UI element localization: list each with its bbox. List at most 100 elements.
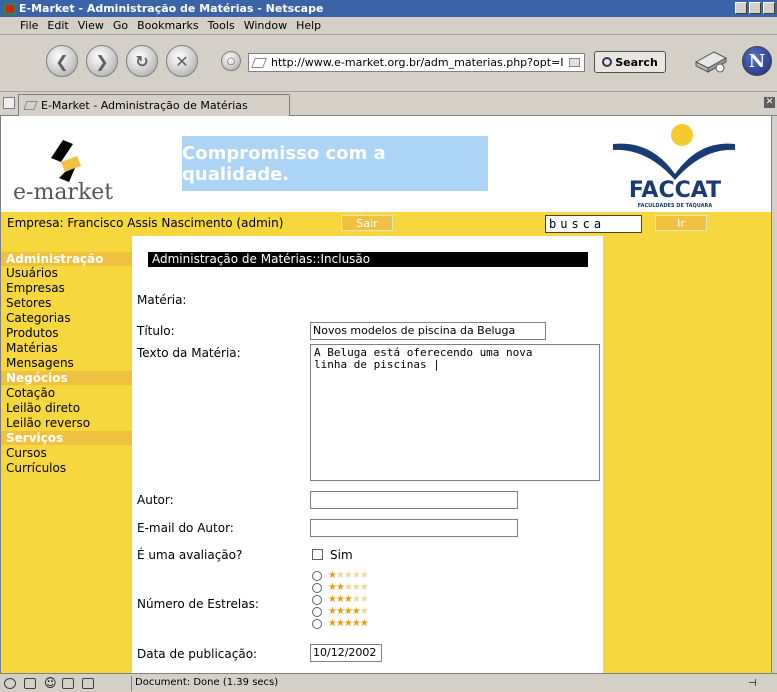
stars-2-icon: ★★★★★ <box>328 582 369 593</box>
sidebar-section-administracao: Administração <box>1 252 132 266</box>
search-input[interactable]: busca <box>545 215 642 233</box>
forward-arrow-icon: ❯ <box>95 51 109 71</box>
company-label: Empresa: Francisco Assis Nascimento (adm… <box>7 216 284 230</box>
sidebar-item-materias[interactable]: Matérias <box>6 341 58 355</box>
stars-4-icon: ★★★★★ <box>328 606 369 617</box>
navigation-toolbar: ❮ ❯ ↻ ✕ ○ http://www.e-market.org.br/adm… <box>0 36 777 92</box>
tab-bar: E-Market - Administração de Matérias ✕ <box>0 92 777 116</box>
sidebar-item-produtos[interactable]: Produtos <box>6 326 59 340</box>
stars-radio-2[interactable] <box>312 583 322 593</box>
back-arrow-icon: ❮ <box>55 51 69 71</box>
netscape-throbber-icon[interactable]: N <box>742 46 772 76</box>
avaliacao-checkbox[interactable] <box>312 549 323 560</box>
menu-tools[interactable]: Tools <box>208 19 235 32</box>
reload-button[interactable]: ↻ <box>126 45 158 77</box>
maximize-button[interactable] <box>749 2 761 14</box>
email-field[interactable] <box>310 519 518 537</box>
search-button-label: Search <box>615 55 658 69</box>
texto-textarea[interactable]: A Beluga está oferecendo uma nova linha … <box>310 344 600 481</box>
faccat-logo[interactable]: FACCAT FACULDADES DE TAQUARA <box>597 124 747 209</box>
sidebar-item-leilao-reverso[interactable]: Leilão reverso <box>6 416 90 430</box>
menu-file[interactable]: File <box>20 19 38 32</box>
home-icon: ○ <box>226 55 236 67</box>
page-title: Administração de Matérias::Inclusão <box>148 252 588 267</box>
menu-edit[interactable]: Edit <box>47 19 68 32</box>
email-label: E-mail do Autor: <box>137 521 234 535</box>
stars-radio-3[interactable] <box>312 595 322 605</box>
tab-label: E-Market - Administração de Matérias <box>41 99 248 112</box>
data-field[interactable]: 10/12/2002 <box>310 644 382 662</box>
titulo-field[interactable]: Novos modelos de piscina da Beluga <box>310 322 546 340</box>
sidebar-item-curriculos[interactable]: Currículos <box>6 461 66 475</box>
window-controls <box>735 2 775 14</box>
titulo-label: Título: <box>137 324 175 338</box>
reload-icon: ↻ <box>135 51 149 71</box>
sidebar-item-cursos[interactable]: Cursos <box>6 446 47 460</box>
menu-help[interactable]: Help <box>296 19 321 32</box>
go-button[interactable]: Ir <box>655 215 707 231</box>
stars-radio-5[interactable] <box>312 619 322 629</box>
avaliacao-label: É uma avaliação? <box>137 548 243 562</box>
minimize-button[interactable] <box>735 2 747 14</box>
menu-go[interactable]: Go <box>113 19 128 32</box>
sidebar-item-empresas[interactable]: Empresas <box>6 281 65 295</box>
sidebar-item-setores[interactable]: Setores <box>6 296 51 310</box>
sidebar-item-usuarios[interactable]: Usuários <box>6 266 58 280</box>
address-book-icon[interactable]: ☺ <box>44 677 57 689</box>
status-bar: ☺ Document: Done (1.39 secs) ⊣ <box>0 673 777 692</box>
menu-window[interactable]: Window <box>244 19 287 32</box>
stop-icon: ✕ <box>175 51 189 71</box>
logout-button[interactable]: Sair <box>341 215 393 231</box>
window-title-bar: E-Market - Administração de Matérias - N… <box>0 0 777 17</box>
sidebar-section-negocios: Negócios <box>1 371 132 385</box>
sidebar-item-cotacao[interactable]: Cotação <box>6 386 55 400</box>
autor-label: Autor: <box>137 493 174 507</box>
stars-radio-4[interactable] <box>312 607 322 617</box>
search-icon <box>602 57 613 67</box>
page-viewport: e-market Compromisso com a qualidade. FA… <box>0 116 771 673</box>
url-dropdown-icon[interactable] <box>569 58 580 67</box>
search-button[interactable]: Search <box>594 51 666 73</box>
emarket-logo[interactable]: e-market <box>13 130 153 205</box>
stars-5-icon: ★★★★★ <box>328 618 369 629</box>
texto-label: Texto da Matéria: <box>137 346 241 360</box>
menu-bar: File Edit View Go Bookmarks Tools Window… <box>0 17 777 35</box>
close-tab-icon[interactable]: ✕ <box>764 97 775 108</box>
page-icon <box>251 57 267 68</box>
vertical-scrollbar[interactable] <box>771 116 777 673</box>
stars-1-icon: ★★★★★ <box>328 570 369 581</box>
data-label: Data de publicação: <box>137 647 258 661</box>
forward-button[interactable]: ❯ <box>86 45 118 77</box>
composer-icon[interactable] <box>62 678 74 689</box>
back-button[interactable]: ❮ <box>46 45 78 77</box>
tab-active[interactable]: E-Market - Administração de Matérias <box>18 94 290 116</box>
new-tab-icon[interactable] <box>3 97 15 109</box>
sidebar-item-mensagens[interactable]: Mensagens <box>6 356 74 370</box>
emarket-logo-mark <box>51 140 81 182</box>
right-column <box>603 236 771 673</box>
faccat-wave-icon <box>613 143 735 180</box>
home-button[interactable]: ○ <box>221 51 241 71</box>
chat-icon[interactable] <box>82 678 94 689</box>
url-bar[interactable]: http://www.e-market.org.br/adm_materias.… <box>248 53 585 72</box>
faccat-logo-subtext: FACULDADES DE TAQUARA <box>637 203 713 209</box>
mail-icon[interactable] <box>24 678 36 689</box>
autor-field[interactable] <box>310 491 518 509</box>
navigator-icon[interactable] <box>4 678 16 689</box>
menu-bookmarks[interactable]: Bookmarks <box>137 19 198 32</box>
sidebar-item-categorias[interactable]: Categorias <box>6 311 71 325</box>
site-header: e-market Compromisso com a qualidade. FA… <box>1 116 771 211</box>
stars-radio-1[interactable] <box>312 571 322 581</box>
estrelas-label: Número de Estrelas: <box>137 597 259 611</box>
status-divider <box>131 676 132 691</box>
avaliacao-option-label: Sim <box>330 548 353 562</box>
user-bar: Empresa: Francisco Assis Nascimento (adm… <box>1 212 771 236</box>
sidebar-item-leilao-direto[interactable]: Leilão direto <box>6 401 80 415</box>
materia-label: Matéria: <box>137 293 187 307</box>
close-button[interactable] <box>763 2 775 14</box>
print-icon[interactable] <box>692 48 728 74</box>
menu-view[interactable]: View <box>78 19 104 32</box>
sidebar-section-servicos: Serviços <box>1 431 132 445</box>
status-text: Document: Done (1.39 secs) <box>135 677 279 688</box>
stop-button[interactable]: ✕ <box>166 45 198 77</box>
